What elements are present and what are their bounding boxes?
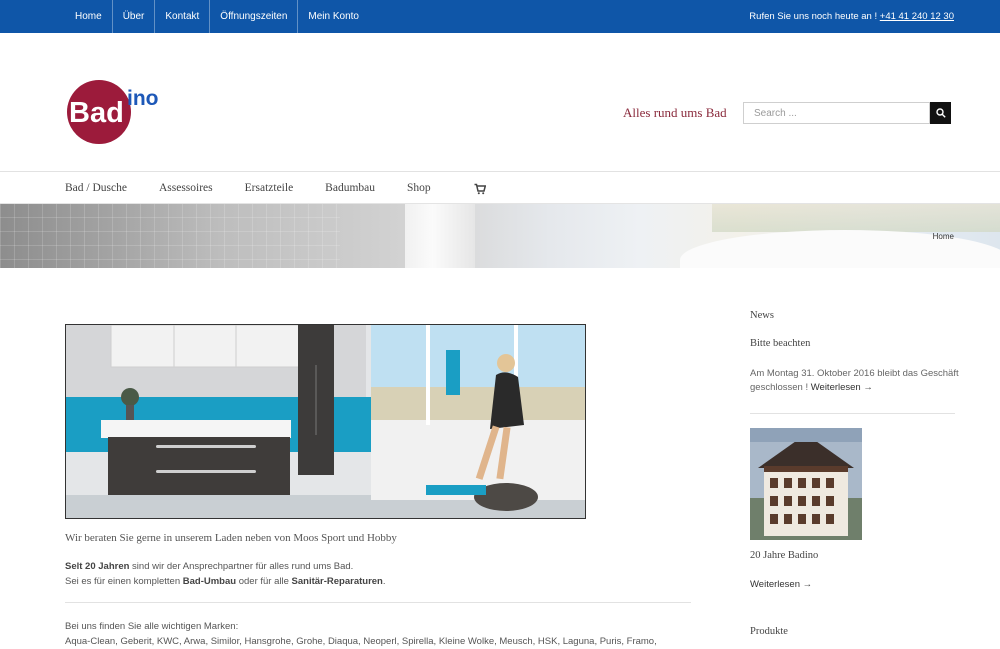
search-form	[743, 102, 951, 124]
top-bar: Home Über Kontakt Öffnungszeiten Mein Ko…	[0, 0, 1000, 33]
brands-intro: Bei uns finden Sie alle wichtigen Marken…	[65, 621, 239, 632]
site-logo[interactable]: Bad ino	[66, 80, 176, 150]
brands-list: Aqua-Clean, Geberit, KWC, Arwa, Similor,…	[65, 636, 657, 647]
banner-towel	[405, 204, 475, 268]
phone-prefix: Rufen Sie uns noch heute an !	[749, 11, 878, 22]
banner-window	[712, 204, 1000, 232]
about-text-2: Sei es für einen kompletten	[65, 576, 183, 587]
about-text-1: sind wir der Ansprechpartner für alles r…	[129, 561, 354, 572]
top-nav-ueber[interactable]: Über	[111, 0, 155, 33]
nav-bad-dusche[interactable]: Bad / Dusche	[65, 172, 127, 204]
about-text-3: oder für alle	[236, 576, 292, 587]
about-bold-umbau: Bad-Umbau	[182, 576, 237, 587]
news-post-title[interactable]: Bitte beachten	[750, 338, 810, 349]
top-nav-mein-konto[interactable]: Mein Konto	[297, 0, 369, 33]
news-post-excerpt: Am Montag 31. Oktober 2016 bleibt das Ge…	[750, 367, 960, 395]
news-post2-title[interactable]: 20 Jahre Badino	[750, 550, 818, 561]
about-bold-reparaturen: Sanitär-Reparaturen	[291, 576, 383, 587]
nav-assessoires[interactable]: Assessoires	[159, 172, 213, 204]
main-nav: Bad / Dusche Assessoires Ersatzteile Bad…	[0, 172, 1000, 204]
banner-tiles	[0, 204, 340, 268]
cart-button[interactable]	[474, 182, 487, 195]
about-text-4: .	[382, 576, 386, 587]
tagline: Alles rund ums Bad	[623, 105, 727, 120]
phone-info: Rufen Sie uns noch heute an ! +41 41 240…	[749, 0, 954, 33]
news-post-image[interactable]	[750, 428, 862, 540]
cart-icon	[474, 183, 487, 195]
sidebar-news-title: News	[750, 310, 774, 321]
intro-text: Wir beraten Sie gerne in unserem Laden n…	[65, 532, 397, 544]
sidebar-divider	[750, 413, 955, 414]
sidebar-products-title: Produkte	[750, 626, 788, 637]
search-button[interactable]	[930, 102, 951, 124]
news-read-more-link[interactable]: Weiterlesen →	[811, 382, 873, 393]
page-banner: Home	[0, 204, 1000, 268]
brands-paragraph: Bei uns finden Sie alle wichtigen Marken…	[65, 619, 685, 649]
news-post2-read-more-link[interactable]: Weiterlesen →	[750, 579, 812, 590]
top-nav: Home Über Kontakt Öffnungszeiten Mein Ko…	[65, 0, 369, 33]
breadcrumb-home[interactable]: Home	[933, 232, 954, 241]
top-nav-home[interactable]: Home	[65, 0, 112, 33]
header: Bad ino Alles rund ums Bad	[0, 33, 1000, 172]
nav-badumbau[interactable]: Badumbau	[325, 172, 375, 204]
nav-ersatzteile[interactable]: Ersatzteile	[245, 172, 294, 204]
phone-link[interactable]: +41 41 240 12 30	[880, 11, 954, 22]
svg-text:Bad: Bad	[69, 97, 124, 129]
search-input[interactable]	[743, 102, 930, 124]
about-bold-years: Selt 20 Jahren	[65, 561, 130, 572]
top-nav-kontakt[interactable]: Kontakt	[154, 0, 209, 33]
svg-text:ino: ino	[127, 87, 159, 110]
search-icon	[935, 107, 946, 118]
content-divider	[65, 602, 691, 603]
nav-shop[interactable]: Shop	[407, 172, 431, 204]
top-nav-oeffnungszeiten[interactable]: Öffnungszeiten	[209, 0, 297, 33]
about-paragraph: Selt 20 Jahren sind wir der Ansprechpart…	[65, 559, 685, 589]
hero-image	[65, 324, 586, 519]
